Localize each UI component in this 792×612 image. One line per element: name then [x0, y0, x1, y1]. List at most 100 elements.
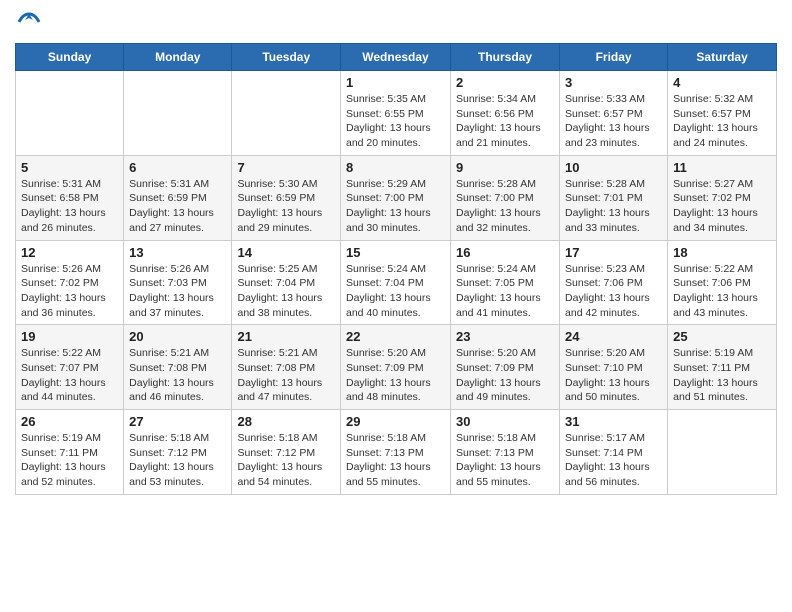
day-cell: 8 Sunrise: 5:29 AMSunset: 7:00 PMDaylight… — [341, 155, 451, 240]
logo-icon — [17, 10, 41, 34]
day-cell — [232, 71, 341, 156]
day-cell: 4 Sunrise: 5:32 AMSunset: 6:57 PMDaylight… — [668, 71, 777, 156]
day-info: Sunrise: 5:23 AMSunset: 7:06 PMDaylight:… — [565, 262, 662, 321]
day-number: 13 — [129, 245, 226, 260]
day-number: 24 — [565, 329, 662, 344]
day-number: 16 — [456, 245, 554, 260]
day-info: Sunrise: 5:28 AMSunset: 7:01 PMDaylight:… — [565, 177, 662, 236]
week-row-5: 26 Sunrise: 5:19 AMSunset: 7:11 PMDayligh… — [16, 410, 777, 495]
weekday-header-wednesday: Wednesday — [341, 44, 451, 71]
day-number: 25 — [673, 329, 771, 344]
day-cell: 31Sunrise: 5:17 AMSunset: 7:14 PMDayligh… — [560, 410, 668, 495]
day-cell: 13 Sunrise: 5:26 AMSunset: 7:03 PMDayligh… — [124, 240, 232, 325]
day-number: 31 — [565, 414, 662, 429]
week-row-1: 1Sunrise: 5:35 AMSunset: 6:55 PMDaylight… — [16, 71, 777, 156]
day-cell: 2 Sunrise: 5:34 AMSunset: 6:56 PMDaylight… — [451, 71, 560, 156]
day-number: 6 — [129, 160, 226, 175]
day-cell: 17 Sunrise: 5:23 AMSunset: 7:06 PMDayligh… — [560, 240, 668, 325]
day-number: 17 — [565, 245, 662, 260]
day-cell: 5Sunrise: 5:31 AMSunset: 6:58 PMDaylight… — [16, 155, 124, 240]
day-info: Sunrise: 5:18 AMSunset: 7:13 PMDaylight:… — [346, 431, 445, 490]
weekday-header-row: SundayMondayTuesdayWednesdayThursdayFrid… — [16, 44, 777, 71]
day-number: 30 — [456, 414, 554, 429]
day-info: Sunrise: 5:20 AMSunset: 7:09 PMDaylight:… — [346, 346, 445, 405]
day-cell: 29 Sunrise: 5:18 AMSunset: 7:13 PMDayligh… — [341, 410, 451, 495]
day-info: Sunrise: 5:24 AMSunset: 7:04 PMDaylight:… — [346, 262, 445, 321]
day-number: 5 — [21, 160, 118, 175]
header — [15, 10, 777, 39]
day-number: 3 — [565, 75, 662, 90]
logo-text — [15, 10, 41, 39]
day-number: 21 — [237, 329, 335, 344]
day-info: Sunrise: 5:30 AMSunset: 6:59 PMDaylight:… — [237, 177, 335, 236]
day-cell: 27 Sunrise: 5:18 AMSunset: 7:12 PMDayligh… — [124, 410, 232, 495]
day-number: 2 — [456, 75, 554, 90]
logo — [15, 10, 41, 39]
week-row-3: 12 Sunrise: 5:26 AMSunset: 7:02 PMDayligh… — [16, 240, 777, 325]
day-cell: 3 Sunrise: 5:33 AMSunset: 6:57 PMDaylight… — [560, 71, 668, 156]
day-info: Sunrise: 5:20 AMSunset: 7:10 PMDaylight:… — [565, 346, 662, 405]
day-info: Sunrise: 5:28 AMSunset: 7:00 PMDaylight:… — [456, 177, 554, 236]
day-info: Sunrise: 5:24 AMSunset: 7:05 PMDaylight:… — [456, 262, 554, 321]
day-info: Sunrise: 5:32 AMSunset: 6:57 PMDaylight:… — [673, 92, 771, 151]
day-info: Sunrise: 5:25 AMSunset: 7:04 PMDaylight:… — [237, 262, 335, 321]
day-cell — [124, 71, 232, 156]
day-number: 27 — [129, 414, 226, 429]
weekday-header-saturday: Saturday — [668, 44, 777, 71]
day-number: 11 — [673, 160, 771, 175]
day-info: Sunrise: 5:21 AMSunset: 7:08 PMDaylight:… — [129, 346, 226, 405]
day-info: Sunrise: 5:26 AMSunset: 7:02 PMDaylight:… — [21, 262, 118, 321]
day-info: Sunrise: 5:22 AMSunset: 7:06 PMDaylight:… — [673, 262, 771, 321]
day-number: 23 — [456, 329, 554, 344]
day-info: Sunrise: 5:33 AMSunset: 6:57 PMDaylight:… — [565, 92, 662, 151]
day-cell: 20 Sunrise: 5:21 AMSunset: 7:08 PMDayligh… — [124, 325, 232, 410]
day-info: Sunrise: 5:20 AMSunset: 7:09 PMDaylight:… — [456, 346, 554, 405]
weekday-header-thursday: Thursday — [451, 44, 560, 71]
day-cell: 14 Sunrise: 5:25 AMSunset: 7:04 PMDayligh… — [232, 240, 341, 325]
day-info: Sunrise: 5:26 AMSunset: 7:03 PMDaylight:… — [129, 262, 226, 321]
day-cell: 19Sunrise: 5:22 AMSunset: 7:07 PMDayligh… — [16, 325, 124, 410]
day-number: 4 — [673, 75, 771, 90]
day-cell: 18 Sunrise: 5:22 AMSunset: 7:06 PMDayligh… — [668, 240, 777, 325]
day-cell: 22 Sunrise: 5:20 AMSunset: 7:09 PMDayligh… — [341, 325, 451, 410]
day-info: Sunrise: 5:21 AMSunset: 7:08 PMDaylight:… — [237, 346, 335, 405]
day-number: 29 — [346, 414, 445, 429]
day-info: Sunrise: 5:18 AMSunset: 7:12 PMDaylight:… — [129, 431, 226, 490]
day-cell: 26 Sunrise: 5:19 AMSunset: 7:11 PMDayligh… — [16, 410, 124, 495]
day-number: 8 — [346, 160, 445, 175]
day-cell: 16 Sunrise: 5:24 AMSunset: 7:05 PMDayligh… — [451, 240, 560, 325]
day-info: Sunrise: 5:22 AMSunset: 7:07 PMDaylight:… — [21, 346, 118, 405]
day-info: Sunrise: 5:35 AMSunset: 6:55 PMDaylight:… — [346, 92, 445, 151]
day-cell: 24 Sunrise: 5:20 AMSunset: 7:10 PMDayligh… — [560, 325, 668, 410]
day-cell: 1Sunrise: 5:35 AMSunset: 6:55 PMDaylight… — [341, 71, 451, 156]
day-cell: 28Sunrise: 5:18 AMSunset: 7:12 PMDayligh… — [232, 410, 341, 495]
day-info: Sunrise: 5:19 AMSunset: 7:11 PMDaylight:… — [21, 431, 118, 490]
weekday-header-friday: Friday — [560, 44, 668, 71]
day-cell: 23 Sunrise: 5:20 AMSunset: 7:09 PMDayligh… — [451, 325, 560, 410]
day-info: Sunrise: 5:18 AMSunset: 7:13 PMDaylight:… — [456, 431, 554, 490]
day-cell: 15Sunrise: 5:24 AMSunset: 7:04 PMDayligh… — [341, 240, 451, 325]
day-number: 20 — [129, 329, 226, 344]
day-cell: 7 Sunrise: 5:30 AMSunset: 6:59 PMDaylight… — [232, 155, 341, 240]
day-cell: 30 Sunrise: 5:18 AMSunset: 7:13 PMDayligh… — [451, 410, 560, 495]
day-number: 18 — [673, 245, 771, 260]
day-cell — [16, 71, 124, 156]
page: SundayMondayTuesdayWednesdayThursdayFrid… — [0, 0, 792, 505]
day-cell: 10Sunrise: 5:28 AMSunset: 7:01 PMDayligh… — [560, 155, 668, 240]
day-number: 28 — [237, 414, 335, 429]
day-info: Sunrise: 5:34 AMSunset: 6:56 PMDaylight:… — [456, 92, 554, 151]
day-cell: 11Sunrise: 5:27 AMSunset: 7:02 PMDayligh… — [668, 155, 777, 240]
day-number: 12 — [21, 245, 118, 260]
day-info: Sunrise: 5:19 AMSunset: 7:11 PMDaylight:… — [673, 346, 771, 405]
week-row-4: 19Sunrise: 5:22 AMSunset: 7:07 PMDayligh… — [16, 325, 777, 410]
day-number: 26 — [21, 414, 118, 429]
week-row-2: 5Sunrise: 5:31 AMSunset: 6:58 PMDaylight… — [16, 155, 777, 240]
day-cell: 21 Sunrise: 5:21 AMSunset: 7:08 PMDayligh… — [232, 325, 341, 410]
calendar-table: SundayMondayTuesdayWednesdayThursdayFrid… — [15, 43, 777, 495]
day-number: 14 — [237, 245, 335, 260]
day-info: Sunrise: 5:29 AMSunset: 7:00 PMDaylight:… — [346, 177, 445, 236]
day-cell: 25 Sunrise: 5:19 AMSunset: 7:11 PMDayligh… — [668, 325, 777, 410]
day-number: 22 — [346, 329, 445, 344]
day-number: 7 — [237, 160, 335, 175]
day-info: Sunrise: 5:31 AMSunset: 6:59 PMDaylight:… — [129, 177, 226, 236]
